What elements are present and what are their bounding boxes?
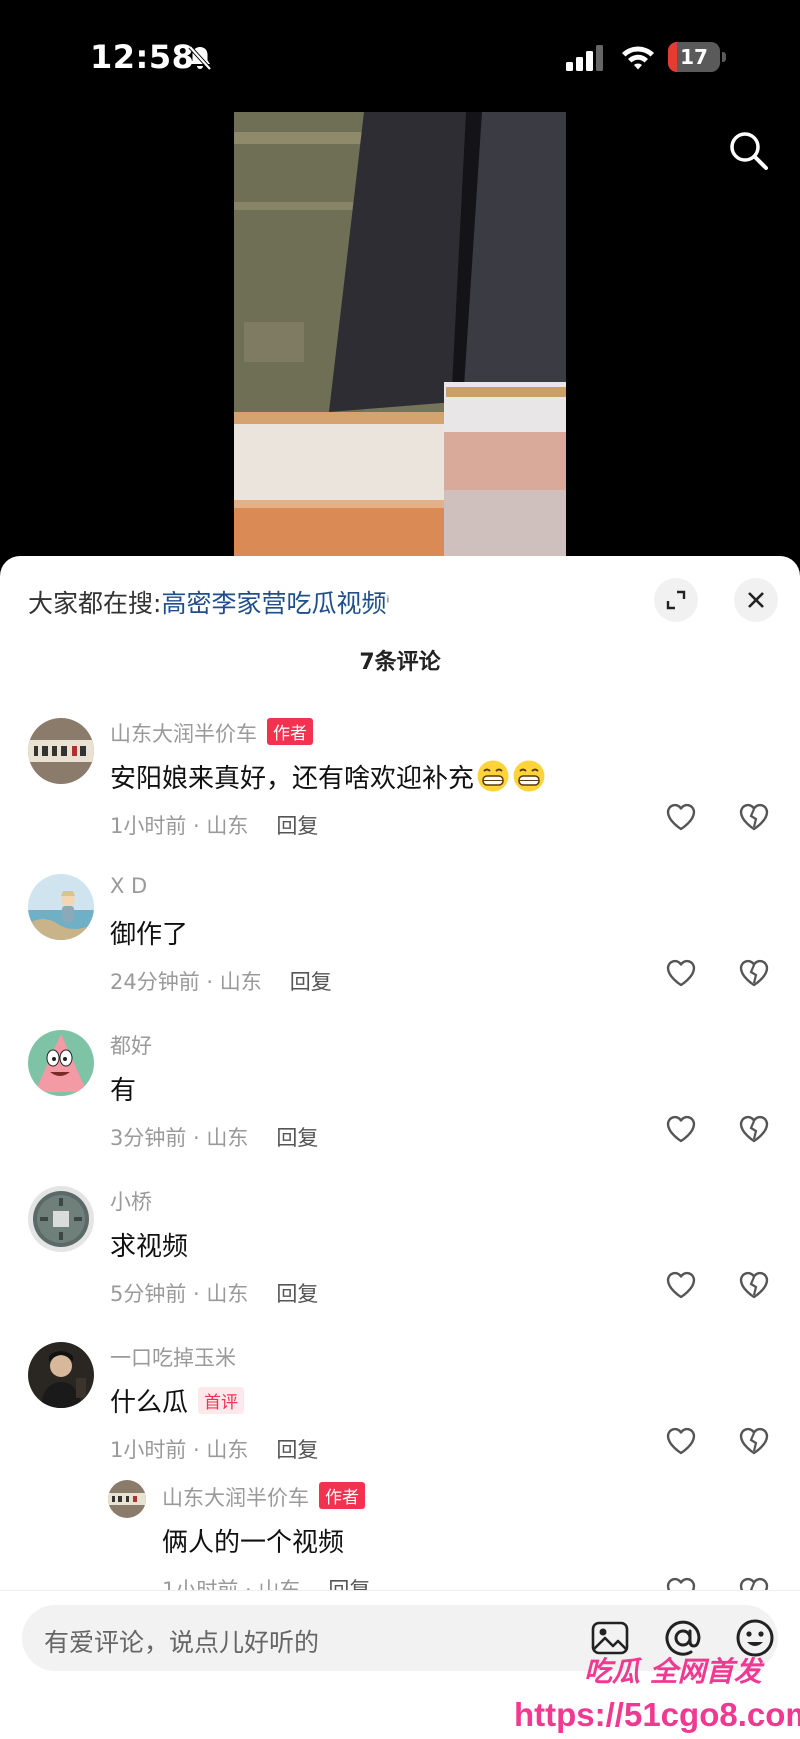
avatar[interactable] <box>28 718 94 784</box>
expand-icon <box>666 590 686 610</box>
comment-username[interactable]: 都好 <box>110 1030 152 1060</box>
comment-time: 1小时前 · 山东 <box>110 1438 249 1462</box>
trending-search[interactable]: 大家都在搜:高密李家营吃瓜视频ᵢ <box>28 584 389 620</box>
comment-count: 7条评论 <box>359 650 441 675</box>
watermark: 吃瓜 全网首发 https://51cgo8.com <box>500 1648 800 1739</box>
comment-item: 一口吃掉玉米 什么瓜 首评 1小时前 · 山东 回复 <box>0 1342 800 1498</box>
comment-time: 1小时前 · 山东 <box>110 814 249 838</box>
bell-off-icon <box>188 45 212 71</box>
search-icon[interactable] <box>726 128 772 174</box>
comment-text: 御作了 <box>110 920 189 950</box>
heart-icon[interactable] <box>664 956 698 990</box>
search-small-icon: ᵢ <box>386 587 390 607</box>
expand-button[interactable] <box>654 578 698 622</box>
broken-heart-icon[interactable] <box>737 956 771 990</box>
comment-item: X D 御作了 24分钟前 · 山东 回复 <box>0 874 800 1030</box>
signal-icon <box>566 45 603 71</box>
author-badge: 作者 <box>267 718 313 745</box>
broken-heart-icon[interactable] <box>737 1424 771 1458</box>
comment-meta: 3分钟前 · 山东 回复 <box>110 1122 318 1152</box>
author-badge: 作者 <box>319 1482 365 1509</box>
heart-icon[interactable] <box>664 1268 698 1302</box>
avatar[interactable] <box>28 1342 94 1408</box>
trending-query-link[interactable]: 高密李家营吃瓜视频 <box>161 589 386 618</box>
status-time: 12:58 <box>90 38 195 76</box>
avatar[interactable] <box>28 1030 94 1096</box>
heart-icon[interactable] <box>664 800 698 834</box>
comment-meta: 1小时前 · 山东 回复 <box>110 1434 318 1464</box>
comment-meta: 5分钟前 · 山东 回复 <box>110 1278 318 1308</box>
grinning-emoji-icon <box>513 760 545 792</box>
avatar[interactable] <box>108 1480 146 1518</box>
reply-button[interactable]: 回复 <box>290 970 332 994</box>
reply-button[interactable]: 回复 <box>276 1126 318 1150</box>
comment-text: 什么瓜 首评 <box>110 1382 245 1419</box>
comment-meta: 24分钟前 · 山东 回复 <box>110 966 332 996</box>
status-bar: 12:58 17 <box>0 0 800 110</box>
broken-heart-icon[interactable] <box>737 1268 771 1302</box>
grinning-emoji-icon <box>477 760 509 792</box>
comment-username[interactable]: 山东大润半价车 作者 <box>110 718 313 748</box>
close-icon <box>748 592 764 608</box>
comment-text: 有 <box>110 1076 137 1106</box>
heart-icon[interactable] <box>664 1112 698 1146</box>
comment-meta: 1小时前 · 山东 回复 <box>110 810 318 840</box>
video-thumbnail[interactable] <box>234 112 566 557</box>
trending-prefix: 大家都在搜: <box>28 589 162 618</box>
comment-text: 俩人的一个视频 <box>162 1528 345 1558</box>
comment-item: 小桥 求视频 5分钟前 · 山东 回复 <box>0 1186 800 1342</box>
comment-time: 3分钟前 · 山东 <box>110 1126 249 1150</box>
battery-level: 17 <box>680 45 708 69</box>
battery-icon: 17 <box>668 42 726 72</box>
comment-time: 24分钟前 · 山东 <box>110 970 262 994</box>
comment-time: 5分钟前 · 山东 <box>110 1282 249 1306</box>
input-placeholder: 有爱评论，说点儿好听的 <box>44 1628 320 1657</box>
first-comment-badge: 首评 <box>198 1387 245 1414</box>
close-button[interactable] <box>734 578 778 622</box>
comment-username[interactable]: X D <box>110 874 147 898</box>
comment-username[interactable]: 小桥 <box>110 1186 152 1216</box>
heart-icon[interactable] <box>664 1424 698 1458</box>
comment-panel: 大家都在搜:高密李家营吃瓜视频ᵢ 7条评论 山东大润半价车 作者 安阳娘来真好，还… <box>0 556 800 1739</box>
reply-button[interactable]: 回复 <box>276 1282 318 1306</box>
wifi-icon <box>622 46 654 70</box>
reply-button[interactable]: 回复 <box>276 1438 318 1462</box>
reply-button[interactable]: 回复 <box>276 814 318 838</box>
avatar[interactable] <box>28 874 94 940</box>
comment-text: 求视频 <box>110 1232 189 1262</box>
comment-item: 都好 有 3分钟前 · 山东 回复 <box>0 1030 800 1186</box>
comment-text: 安阳娘来真好，还有啥欢迎补充 <box>110 758 546 795</box>
comment-item: 山东大润半价车 作者 安阳娘来真好，还有啥欢迎补充 1小时前 · 山东 回复 <box>0 718 800 874</box>
watermark-url: https://51cgo8.com <box>514 1696 800 1733</box>
comment-username[interactable]: 山东大润半价车 作者 <box>162 1482 365 1512</box>
broken-heart-icon[interactable] <box>737 800 771 834</box>
watermark-brand: 吃瓜 全网首发 <box>584 1655 762 1688</box>
comment-username[interactable]: 一口吃掉玉米 <box>110 1342 236 1372</box>
avatar[interactable] <box>28 1186 94 1252</box>
broken-heart-icon[interactable] <box>737 1112 771 1146</box>
